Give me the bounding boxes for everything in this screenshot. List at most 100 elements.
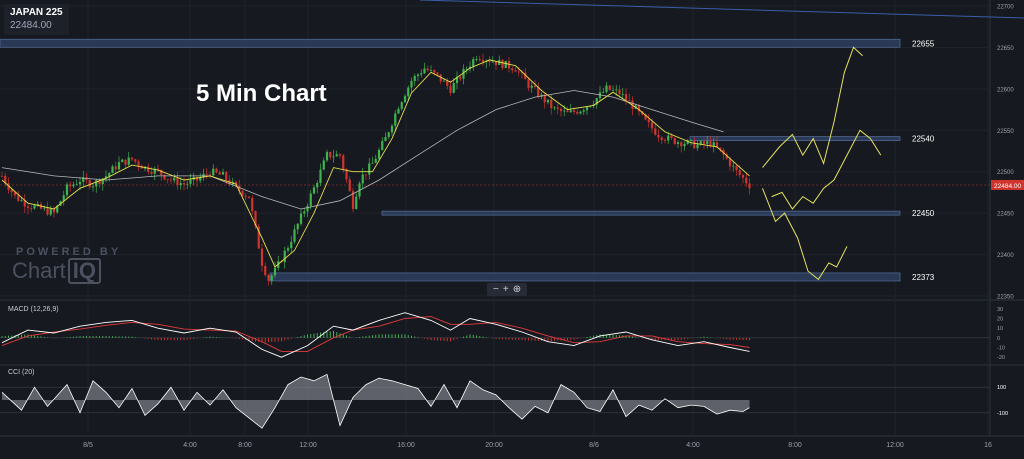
candle-body xyxy=(546,99,550,103)
x-tick-label: 8/6 xyxy=(589,442,599,449)
candle-body xyxy=(514,70,517,72)
candle-body xyxy=(108,173,111,177)
candle-body xyxy=(364,174,368,176)
candle-body xyxy=(91,186,95,188)
chart-canvas[interactable]: 8/5 4:00 8:00 12:00 16:00 20:00 8/6 4:00 8:00 12:… xyxy=(0,0,1024,459)
candle-body xyxy=(251,197,254,212)
macd-tick-label: 0 xyxy=(997,336,1000,342)
zoom-out-button[interactable]: − xyxy=(493,284,499,295)
candle-body xyxy=(381,141,384,150)
candle-body xyxy=(46,207,49,215)
sma-slow-line xyxy=(1,90,724,210)
candle-body xyxy=(208,174,212,176)
candle-body xyxy=(134,159,137,162)
candle-body xyxy=(124,159,127,165)
price-tag-text: 22484.00 xyxy=(994,183,1021,190)
candle-body xyxy=(407,87,410,97)
candle-body xyxy=(559,108,563,112)
y-tick-label: 22350 xyxy=(997,295,1014,301)
candle-body xyxy=(20,200,23,202)
zoom-reset-button[interactable]: ⊕ xyxy=(513,284,521,295)
candle-body xyxy=(368,163,371,175)
y-tick-label: 22700 xyxy=(997,5,1014,11)
candle-body xyxy=(693,140,696,149)
candle-body xyxy=(147,166,150,172)
candle-body xyxy=(446,80,449,86)
level-label: 22655 xyxy=(912,39,935,48)
candle-body xyxy=(556,107,559,109)
y-tick-label: 22650 xyxy=(997,46,1014,52)
candle-body xyxy=(212,168,215,176)
candle-body xyxy=(247,196,251,198)
powered-by-label: POWERED BY xyxy=(16,246,122,258)
candle-body xyxy=(397,108,400,114)
candle-body xyxy=(75,184,78,186)
candle-body xyxy=(303,211,306,214)
candle-body xyxy=(221,172,225,175)
candle-body xyxy=(563,110,566,112)
candle-body xyxy=(459,76,462,79)
candle-body xyxy=(0,175,4,177)
candle-body xyxy=(566,110,569,113)
cci-tick-label: -100 xyxy=(997,411,1008,417)
brand-name: Chart xyxy=(12,258,66,283)
candle-body xyxy=(494,61,498,65)
candle-body xyxy=(436,72,439,75)
candle-body xyxy=(683,143,686,147)
candle-body xyxy=(416,74,420,77)
candle-body xyxy=(442,80,446,82)
candle-body xyxy=(95,180,98,187)
x-tick-label: 8:00 xyxy=(788,442,802,449)
candle-body xyxy=(176,177,179,186)
page-title: 5 Min Chart xyxy=(196,80,327,107)
candle-body xyxy=(286,248,290,251)
candle-body xyxy=(650,122,654,129)
x-tick-label: 4:00 xyxy=(183,442,197,449)
symbol-box[interactable]: JAPAN 225 22484.00 xyxy=(4,4,69,35)
candle-body xyxy=(312,187,316,194)
candle-body xyxy=(738,170,741,175)
candle-body xyxy=(576,111,579,114)
x-tick-label: 16 xyxy=(984,442,992,449)
candle-body xyxy=(10,189,13,193)
candle-body xyxy=(553,107,556,109)
candle-body xyxy=(173,177,176,181)
candle-body xyxy=(569,110,572,113)
candle-body xyxy=(49,208,52,215)
candle-body xyxy=(657,134,660,138)
candle-body xyxy=(449,85,452,93)
candle-body xyxy=(342,155,345,170)
candle-body xyxy=(400,102,403,109)
candle-body xyxy=(244,195,247,197)
candle-body xyxy=(527,79,530,88)
candle-body xyxy=(689,140,693,141)
candle-body xyxy=(65,184,69,196)
candle-body xyxy=(654,128,657,135)
candle-body xyxy=(296,223,299,230)
candle-body xyxy=(732,165,735,167)
candle-body xyxy=(624,94,628,101)
zoom-controls: − + ⊕ xyxy=(487,283,528,296)
y-tick-label: 22550 xyxy=(997,129,1014,135)
candle-body xyxy=(491,61,494,63)
zoom-in-button[interactable]: + xyxy=(503,284,509,295)
level-label: 22373 xyxy=(912,273,935,282)
candle-body xyxy=(433,69,436,73)
candle-body xyxy=(615,89,618,91)
candle-body xyxy=(371,162,374,164)
candle-body xyxy=(78,181,82,185)
candle-body xyxy=(215,168,218,173)
candle-body xyxy=(403,96,407,103)
candle-body xyxy=(413,76,416,81)
candle-body xyxy=(748,183,751,189)
candle-body xyxy=(728,158,732,167)
cci-area xyxy=(2,374,750,429)
candle-body xyxy=(394,113,397,126)
level-zone xyxy=(0,38,901,48)
candle-body xyxy=(481,60,485,62)
candle-body xyxy=(335,154,338,157)
candle-body xyxy=(117,162,121,170)
candle-body xyxy=(322,160,325,170)
candle-body xyxy=(618,89,621,95)
cci-tick-label: 100 xyxy=(997,385,1006,391)
